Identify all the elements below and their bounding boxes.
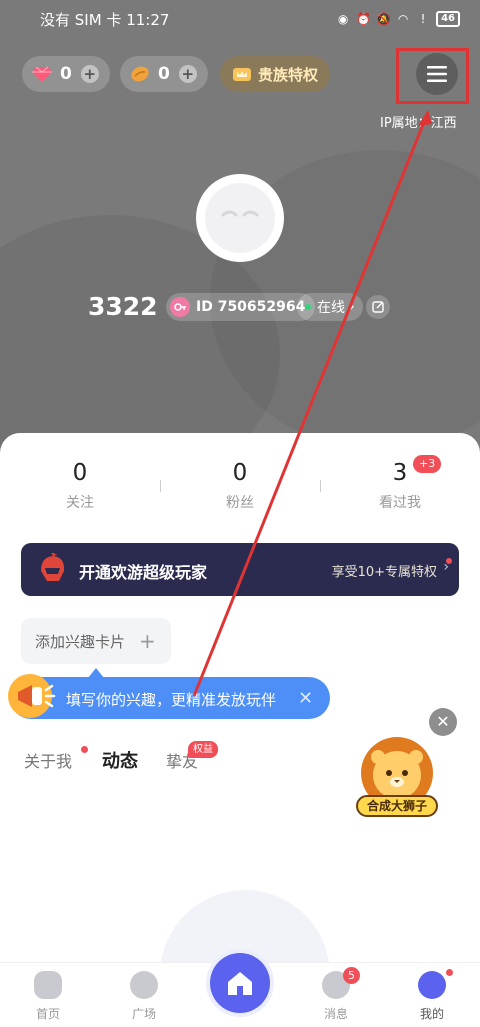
chevron-right-icon: › [443,559,449,575]
edit-profile-button[interactable] [366,295,390,319]
stats-row: 0 关注 0 粉丝 3 看过我 [0,460,480,520]
lion-game-label[interactable]: 合成大狮子 [356,795,438,817]
user-id-label: ID 750652964 [196,299,306,315]
status-icons: ◉ ⏰ 🔕 ◠ ! 46 [336,11,460,27]
online-label: 在线 [317,300,345,316]
visitors-count: 3 [392,460,408,486]
visitors-label: 看过我 [379,495,421,511]
home-center-button[interactable] [210,953,270,1013]
house-icon [228,972,252,995]
diamond-icon [32,66,52,82]
me-icon [418,971,446,999]
eye-icon: ◉ [337,12,349,26]
add-bean-button[interactable]: + [178,65,197,83]
bean-balance[interactable]: 0 + [120,56,208,92]
nav-square-tab[interactable]: 广场 [114,971,174,1022]
nav-square-label: 广场 [131,1007,156,1021]
vip-description: 享受10+专属特权 [331,565,437,580]
planet-icon [130,971,158,999]
bean-icon [131,66,149,82]
stat-visitors[interactable]: 3 看过我 [340,460,460,512]
alert-icon: ! [420,12,426,26]
mine-red-dot [446,969,453,976]
following-count: 0 [72,460,88,486]
crown-icon [232,68,251,81]
wifi-icon: ◠ [397,12,409,26]
diamond-balance[interactable]: 0 + [22,56,110,92]
ip-location: IP属地：江西 [380,116,457,131]
add-diamond-button[interactable]: + [80,65,99,83]
bean-count: 0 [158,64,170,84]
alarm-icon: ⏰ [356,12,372,26]
stat-divider [160,480,161,492]
vip-banner[interactable]: 开通欢游超级玩家 享受10+专属特权 › [21,543,459,596]
plus-icon: + [139,629,156,653]
status-bar: 没有 SIM 卡 11:27 ◉ ⏰ 🔕 ◠ ! 46 [40,6,460,32]
diamond-count: 0 [60,64,72,84]
avatar-face [205,183,275,253]
gamepad-icon [34,971,62,999]
interest-tip-text: 填写你的兴趣，更精准发放玩伴 [66,691,277,709]
online-status-badge[interactable]: 在线 › [297,293,363,321]
add-interest-card-button[interactable]: 添加兴趣卡片 + [21,618,171,664]
username: 3322 [88,292,158,321]
id-icon [170,297,190,317]
stat-divider [320,480,321,492]
nav-home-tab[interactable]: 首页 [18,971,78,1022]
noble-label: 贵族特权 [257,65,318,84]
stat-following[interactable]: 0 关注 [20,460,140,512]
nav-home-label: 首页 [35,1007,60,1021]
battery-icon: 46 [436,11,460,27]
sleepy-face-icon [221,210,259,217]
followers-label: 粉丝 [226,495,254,511]
followers-count: 0 [232,460,248,486]
add-interest-label: 添加兴趣卡片 [35,632,126,651]
noble-privilege-button[interactable]: 贵族特权 [220,56,330,92]
helmet-icon [41,553,65,581]
mute-icon: 🔕 [376,12,392,26]
carrier-label: 没有 SIM 卡 [40,10,122,29]
vip-title: 开通欢游超级玩家 [79,563,208,582]
annotation-highlight-box [396,48,469,104]
edit-icon [372,301,384,313]
messages-badge: 5 [343,967,360,984]
tab-about-me[interactable]: 关于我 [24,748,72,772]
about-red-dot [81,746,88,753]
carrier-time: 没有 SIM 卡 11:27 [40,9,169,30]
chevron-right-icon: › [349,299,355,315]
close-tip-icon[interactable]: ✕ [298,688,313,709]
nav-mine-tab[interactable]: 我的 [402,971,462,1022]
online-dot-icon [305,304,311,310]
nav-messages-label: 消息 [323,1007,348,1021]
following-label: 关注 [66,495,94,511]
megaphone-icon [8,674,56,718]
user-id-badge[interactable]: ID 750652964 [166,293,316,321]
tab-dynamic[interactable]: 动态 [102,747,138,773]
visitors-new-badge: +3 [413,455,442,473]
close-widget-button[interactable]: ✕ [429,708,457,736]
stat-followers[interactable]: 0 粉丝 [180,460,300,512]
rights-badge: 权益 [188,741,218,758]
time-label: 11:27 [126,10,170,29]
avatar[interactable] [196,174,284,262]
nav-mine-label: 我的 [419,1007,444,1021]
